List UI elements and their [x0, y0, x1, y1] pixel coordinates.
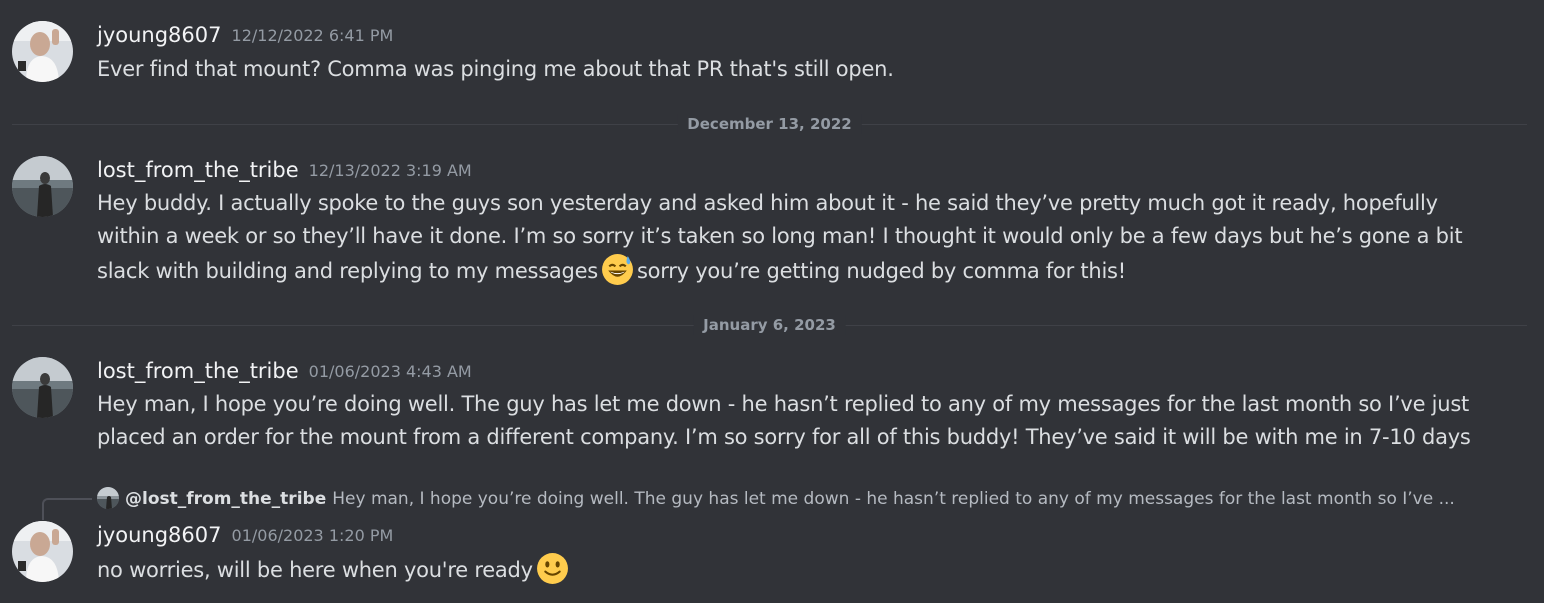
chat-messages: jyoung8607 12/12/2022 6:41 PM Ever find t…: [0, 0, 1544, 603]
timestamp[interactable]: 12/12/2022 6:41 PM: [232, 26, 394, 45]
date-divider-label: January 6, 2023: [693, 315, 846, 335]
username-label[interactable]: lost_from_the_tribe: [97, 158, 299, 182]
avatar[interactable]: [12, 21, 73, 82]
message-text: no worries, will be here when you're rea…: [97, 558, 533, 582]
reply-preview[interactable]: @lost_from_the_tribe Hey man, I hope you’…: [97, 487, 1517, 511]
username[interactable]: jyoung8607 12/12/2022 6:41 PM: [97, 22, 393, 49]
reply-connector: [42, 498, 92, 520]
username[interactable]: jyoung8607 01/06/2023 1:20 PM: [97, 522, 393, 549]
avatar[interactable]: [12, 156, 73, 217]
avatar[interactable]: [12, 357, 73, 418]
username[interactable]: lost_from_the_tribe 12/13/2022 3:19 AM: [97, 157, 472, 184]
avatar[interactable]: [12, 521, 73, 582]
message-content: no worries, will be here when you're rea…: [97, 552, 1477, 595]
slight-smile-emoji-icon[interactable]: [536, 552, 569, 595]
message-content: Hey man, I hope you’re doing well. The g…: [97, 392, 1471, 449]
date-divider: December 13, 2022: [12, 114, 1527, 134]
message-text: sorry you’re getting nudged by comma for…: [636, 259, 1126, 283]
date-divider: January 6, 2023: [12, 315, 1527, 335]
reply-text[interactable]: Hey man, I hope you’re doing well. The g…: [332, 489, 1455, 509]
username-label[interactable]: jyoung8607: [97, 523, 222, 547]
reply-username[interactable]: @lost_from_the_tribe: [125, 489, 326, 509]
message-content: Hey buddy. I actually spoke to the guys …: [97, 187, 1477, 296]
username-label[interactable]: lost_from_the_tribe: [97, 359, 299, 383]
username[interactable]: lost_from_the_tribe 01/06/2023 4:43 AM: [97, 358, 472, 385]
sweat-smile-emoji-icon[interactable]: [601, 253, 634, 296]
username-label[interactable]: jyoung8607: [97, 23, 222, 47]
timestamp[interactable]: 01/06/2023 1:20 PM: [232, 526, 394, 545]
date-divider-label: December 13, 2022: [677, 114, 862, 134]
timestamp[interactable]: 01/06/2023 4:43 AM: [309, 362, 472, 381]
timestamp[interactable]: 12/13/2022 3:19 AM: [309, 161, 472, 180]
message-content: Ever find that mount? Comma was pinging …: [97, 57, 894, 81]
reply-avatar[interactable]: [97, 487, 119, 509]
